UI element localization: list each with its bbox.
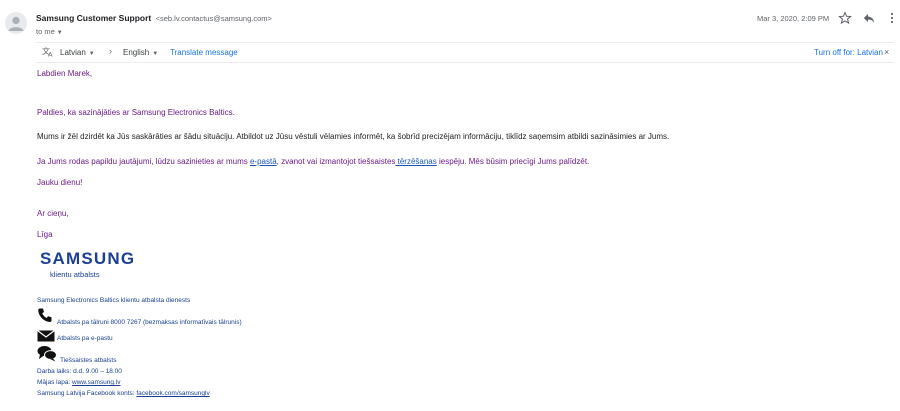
chat-link[interactable]: tērzēšanas xyxy=(395,157,437,166)
sender: Samsung Customer Support <seb.lv.contact… xyxy=(36,13,272,23)
caret-down-icon: ▼ xyxy=(56,30,63,36)
facebook-link[interactable]: facebook.com/samsunglv xyxy=(136,390,209,397)
translate-bar: 文 A Latvian ▼ › English ▼ Translate messag… xyxy=(36,42,894,63)
greeting: Labdien Marek, xyxy=(37,69,93,78)
reply-icon[interactable] xyxy=(862,11,876,25)
signature-chat: Tiešsaistes atbalsts xyxy=(60,357,117,364)
regards-line: Ar cieņu, xyxy=(37,209,69,218)
signature-phone: Atbalsts pa tālruni 8000 7267 (bezmaksas… xyxy=(57,319,242,326)
sender-email: <seb.lv.contactus@samsung.com> xyxy=(155,14,272,23)
email-header: Samsung Customer Support <seb.lv.contact… xyxy=(0,0,900,44)
turn-off-translation-link[interactable]: Turn off for: Latvian xyxy=(814,48,883,57)
recipient-details-toggle[interactable]: to me ▼ xyxy=(36,27,63,36)
chevron-right-icon: › xyxy=(109,46,112,56)
svg-text:A: A xyxy=(48,51,53,58)
more-vert-icon[interactable] xyxy=(885,11,899,25)
caret-down-icon: ▼ xyxy=(152,51,159,57)
signature-facebook: Samsung Latvija Facebook konts: facebook… xyxy=(37,390,210,397)
target-language: English xyxy=(123,48,150,57)
phone-icon xyxy=(37,307,53,328)
star-icon[interactable] xyxy=(838,11,852,25)
caret-down-icon: ▼ xyxy=(88,51,95,57)
samsung-logo: SAMSUNG xyxy=(40,249,135,269)
homepage-label: Mājas lapa: xyxy=(37,379,73,386)
email-link[interactable]: e-pastā xyxy=(250,157,277,166)
homepage-link[interactable]: www.samsung.lv xyxy=(72,379,120,386)
closing-line: Jauku dienu! xyxy=(37,178,83,187)
translate-message-link[interactable]: Translate message xyxy=(170,48,238,57)
signature-hours: Darba laiks: d.d. 9.00 – 18.00 xyxy=(37,368,122,375)
signature-homepage: Mājas lapa: www.samsung.lv xyxy=(37,379,120,386)
chat-bubbles-icon xyxy=(37,345,57,367)
signature-email: Atbalsts pa e-pastu xyxy=(57,335,113,342)
close-icon[interactable]: × xyxy=(884,47,889,57)
info-paragraph: Mums ir žēl dzirdēt ka Jūs saskārāties a… xyxy=(37,132,670,141)
contact-text-2: , zvanot vai izmantojot tiešsaistes xyxy=(276,157,396,166)
contact-paragraph: Ja Jums rodas papildu jautājumi, lūdzu s… xyxy=(37,157,589,166)
facebook-label: Samsung Latvija Facebook konts: xyxy=(37,390,137,397)
samsung-logo-subtitle: klientu atbalsts xyxy=(50,270,100,279)
contact-text-3: iespēju. Mēs būsim priecīgi Jums palīdzē… xyxy=(436,157,590,166)
translate-icon: 文 A xyxy=(42,46,54,59)
source-language: Latvian xyxy=(60,48,86,57)
sender-name[interactable]: Samsung Customer Support xyxy=(36,13,151,23)
person-avatar-icon[interactable] xyxy=(5,12,27,34)
source-language-select[interactable]: Latvian ▼ xyxy=(60,48,95,57)
email-date: Mar 3, 2020, 2:09 PM xyxy=(757,14,830,23)
target-language-select[interactable]: English ▼ xyxy=(123,48,158,57)
samsung-logo-text: SAMSUNG xyxy=(40,249,136,268)
signer-name: Līga xyxy=(37,230,53,239)
signature-department: Samsung Electronics Baltics klientu atba… xyxy=(37,297,191,304)
to-me-label: to me xyxy=(36,27,55,36)
contact-text-1: Ja Jums rodas papildu jautājumi, lūdzu s… xyxy=(37,157,250,166)
thanks-paragraph: Paldies, ka sazinājāties ar Samsung Elec… xyxy=(37,108,235,117)
